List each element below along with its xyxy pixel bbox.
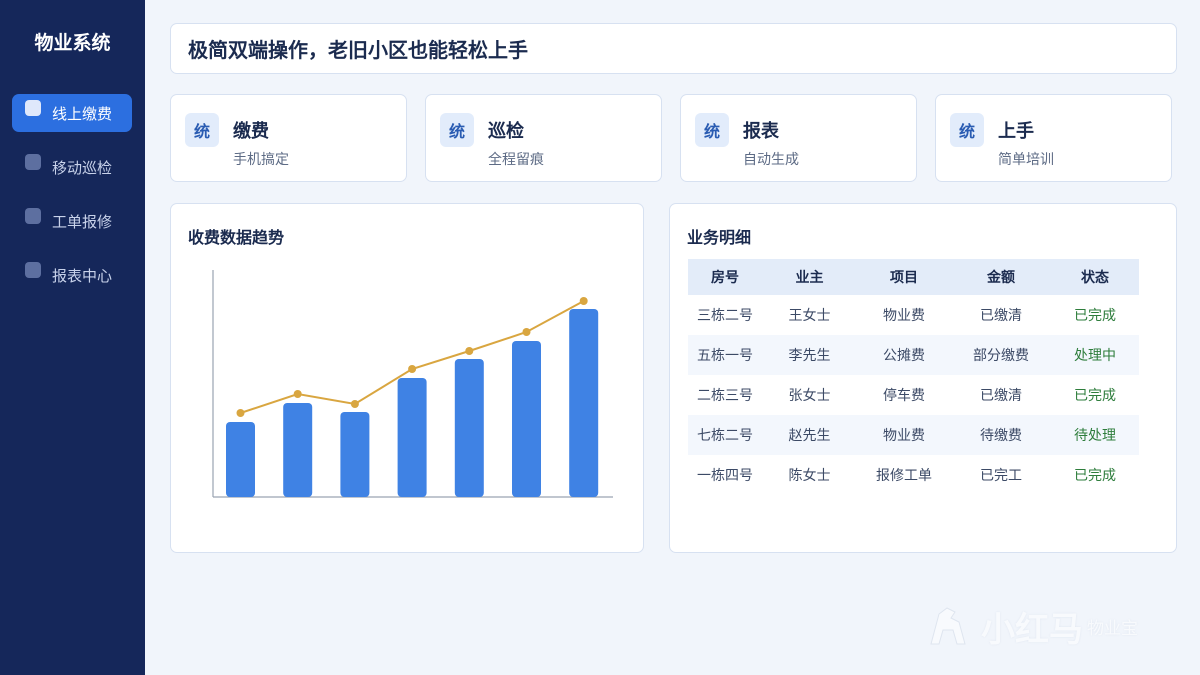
cell-owner: 陈女士 xyxy=(788,468,831,484)
table-row[interactable]: 三栋二号 王女士 物业费 已缴清 已完成 xyxy=(688,295,1139,335)
table-row[interactable]: 二栋三号 张女士 停车费 已缴清 已完成 xyxy=(688,375,1139,415)
cell-amount: 已缴清 xyxy=(980,388,1022,404)
card-title: 缴费 xyxy=(233,121,269,142)
sidebar-item-mobile-inspection[interactable]: 移动巡检 xyxy=(12,148,132,186)
cell-owner: 张女士 xyxy=(788,388,831,404)
trend-point-1 xyxy=(236,409,245,417)
cell-amount: 已完工 xyxy=(980,468,1022,484)
sidebar-item-label: 线上缴费 xyxy=(52,104,113,123)
app-root: 物业系统 线上缴费 移动巡检 工单报修 报表中心 极简双端操作，老旧小区也能轻松… xyxy=(0,0,1200,675)
cell-room: 五栋一号 xyxy=(688,335,762,375)
trend-point-2 xyxy=(293,390,302,398)
sidebar-item-label: 报表中心 xyxy=(52,266,113,285)
fee-trend-panel: 收费数据趋势 xyxy=(170,203,644,553)
card-subtitle: 自动生成 xyxy=(743,152,799,168)
detail-table: 房号 业主 项目 金额 状态 三栋二号 王女士 物业费 已缴清 已完成 五栋一号 xyxy=(688,259,1139,495)
cell-item: 物业费 xyxy=(857,415,951,455)
cell-status: 待处理 xyxy=(1051,415,1139,455)
trend-point-6 xyxy=(522,328,531,336)
sidebar-item-work-orders[interactable]: 工单报修 xyxy=(12,202,132,240)
card-subtitle: 全程留痕 xyxy=(488,152,544,168)
nav-square-icon xyxy=(25,154,41,170)
system-badge-icon: 统 xyxy=(185,113,219,147)
brand-watermark: 小红马 物业宝 xyxy=(925,600,1185,652)
sidebar: 物业系统 线上缴费 移动巡检 工单报修 报表中心 xyxy=(0,0,145,675)
nav-square-icon xyxy=(25,208,41,224)
column-header-room[interactable]: 房号 xyxy=(688,259,762,295)
headline-banner: 极简双端操作，老旧小区也能轻松上手 xyxy=(170,23,1177,74)
card-title: 上手 xyxy=(998,121,1034,142)
bar-5 xyxy=(454,359,484,497)
cell-status: 处理中 xyxy=(1051,335,1139,375)
trend-point-4 xyxy=(408,365,417,373)
feature-card-onboarding: 统 上手 简单培训 xyxy=(935,94,1172,182)
system-badge-icon: 统 xyxy=(440,113,474,147)
card-subtitle: 手机搞定 xyxy=(233,152,289,168)
card-title: 报表 xyxy=(743,121,779,142)
bar-7 xyxy=(569,309,599,497)
cell-room: 二栋三号 xyxy=(697,388,753,404)
cell-owner: 王女士 xyxy=(788,308,831,324)
bar-6 xyxy=(512,341,541,497)
bar-4 xyxy=(397,378,427,497)
column-header-amount[interactable]: 金额 xyxy=(951,259,1051,295)
app-title: 物业系统 xyxy=(34,32,111,54)
cell-amount: 待缴费 xyxy=(951,415,1051,455)
feature-card-payment: 统 缴费 手机搞定 xyxy=(170,94,407,182)
cell-item: 停车费 xyxy=(883,388,925,404)
card-title: 巡检 xyxy=(488,121,524,142)
cell-owner: 李先生 xyxy=(762,335,857,375)
card-subtitle: 简单培训 xyxy=(998,152,1054,168)
nav-square-icon xyxy=(25,262,41,278)
system-badge-icon: 统 xyxy=(695,113,729,147)
cell-owner: 赵先生 xyxy=(762,415,857,455)
cell-amount: 已缴清 xyxy=(980,308,1022,324)
system-badge-icon: 统 xyxy=(950,113,984,147)
trend-point-3 xyxy=(350,400,359,408)
cell-item: 物业费 xyxy=(883,308,925,324)
column-header-item[interactable]: 项目 xyxy=(857,259,951,295)
cell-item: 报修工单 xyxy=(876,468,932,484)
horse-logo-icon xyxy=(930,607,966,645)
column-header-status[interactable]: 状态 xyxy=(1051,259,1139,295)
business-detail-panel: 业务明细 房号 业主 项目 金额 状态 三栋二号 王女士 物业费 已缴清 已完成 xyxy=(669,203,1177,553)
cell-amount: 部分缴费 xyxy=(951,335,1051,375)
table-row[interactable]: 五栋一号 李先生 公摊费 部分缴费 处理中 xyxy=(688,335,1139,375)
sidebar-item-label: 工单报修 xyxy=(52,212,113,231)
feature-card-reports: 统 报表 自动生成 xyxy=(680,94,917,182)
watermark-subtext: 物业宝 xyxy=(1087,618,1138,639)
cell-status: 已完成 xyxy=(1074,468,1116,484)
cell-room: 一栋四号 xyxy=(697,468,753,484)
column-header-owner[interactable]: 业主 xyxy=(762,259,857,295)
cell-item: 公摊费 xyxy=(857,335,951,375)
bar-1 xyxy=(226,422,255,497)
bar-2 xyxy=(283,403,313,497)
table-row[interactable]: 一栋四号 陈女士 报修工单 已完工 已完成 xyxy=(688,455,1139,495)
nav-square-icon xyxy=(25,100,41,116)
cell-status: 已完成 xyxy=(1074,388,1116,404)
sidebar-item-report-center[interactable]: 报表中心 xyxy=(12,256,132,294)
watermark-text: 小红马 xyxy=(981,609,1083,650)
cell-room: 七栋二号 xyxy=(688,415,762,455)
trend-point-5 xyxy=(465,347,474,355)
bar-3 xyxy=(340,412,370,497)
trend-point-7 xyxy=(579,297,588,305)
panel-title: 业务明细 xyxy=(687,228,752,247)
cell-status: 已完成 xyxy=(1074,308,1116,324)
feature-card-inspection: 统 巡检 全程留痕 xyxy=(425,94,662,182)
fee-trend-chart xyxy=(212,270,613,498)
sidebar-item-label: 移动巡检 xyxy=(52,158,113,177)
sidebar-item-online-payment[interactable]: 线上缴费 xyxy=(12,94,132,132)
table-row[interactable]: 七栋二号 赵先生 物业费 待缴费 待处理 xyxy=(688,415,1139,455)
table-header-row: 房号 业主 项目 金额 状态 xyxy=(688,259,1139,295)
cell-room: 三栋二号 xyxy=(697,308,753,324)
